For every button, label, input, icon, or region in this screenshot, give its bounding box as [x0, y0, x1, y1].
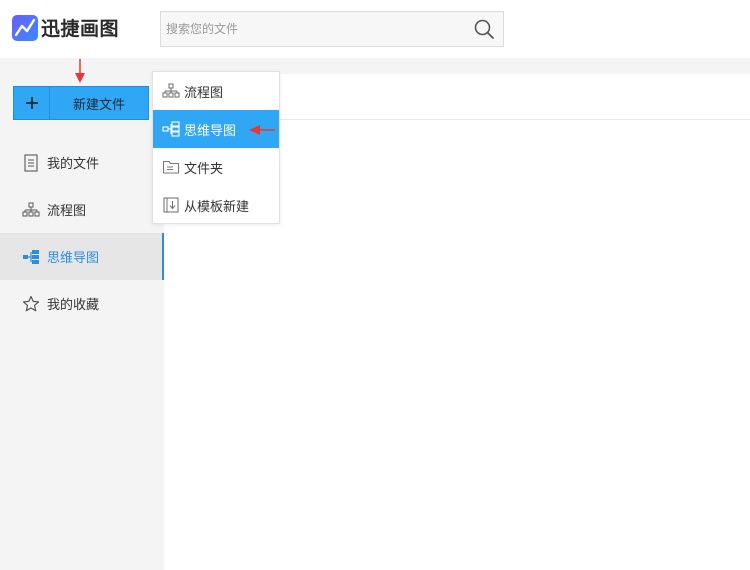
app-logo[interactable]: 迅捷画图 — [12, 14, 119, 41]
flowchart-icon — [162, 82, 180, 100]
menu-item-label: 文件夹 — [184, 161, 224, 177]
sidebar-item-label: 我的收藏 — [47, 298, 100, 313]
sidebar: 新建文件 我的文件 流程图 思维导图 我的收藏 — [0, 74, 164, 570]
menu-item-from-template[interactable]: 从模板新建 — [153, 186, 279, 224]
sidebar-item-flowchart[interactable]: 流程图 — [0, 186, 164, 233]
sidebar-item-label: 流程图 — [47, 204, 87, 219]
logo-text: 迅捷画图 — [41, 18, 120, 40]
mindmap-icon — [22, 248, 40, 266]
menu-item-flowchart[interactable]: 流程图 — [153, 72, 279, 110]
menu-item-folder[interactable]: 文件夹 — [153, 148, 279, 186]
annotation-arrow-down — [75, 59, 85, 83]
menu-item-label: 从模板新建 — [184, 199, 250, 215]
sidebar-nav: 我的文件 流程图 思维导图 我的收藏 — [0, 139, 164, 327]
folder-icon — [162, 158, 180, 176]
search-input[interactable] — [161, 12, 461, 46]
search-icon[interactable] — [473, 18, 495, 40]
star-icon — [22, 295, 40, 313]
logo-icon — [12, 14, 38, 41]
annotation-arrow-left — [249, 125, 275, 135]
sidebar-item-label: 我的文件 — [47, 157, 100, 172]
new-file-label: 新建文件 — [72, 97, 125, 113]
menu-item-label: 思维导图 — [184, 123, 237, 139]
sidebar-item-my-files[interactable]: 我的文件 — [0, 139, 164, 186]
mindmap-icon — [162, 120, 180, 138]
new-file-menu: 流程图 思维导图 文件夹 从模板新建 — [152, 71, 280, 224]
menu-item-label: 流程图 — [184, 85, 224, 101]
sidebar-item-favorites[interactable]: 我的收藏 — [0, 280, 164, 327]
header: 迅捷画图 — [0, 0, 750, 58]
sidebar-item-label: 思维导图 — [47, 251, 100, 266]
new-file-button[interactable]: 新建文件 — [13, 86, 149, 120]
template-icon — [162, 196, 180, 214]
flowchart-icon — [22, 201, 40, 219]
header-divider — [0, 58, 750, 74]
plus-icon — [14, 87, 50, 119]
sidebar-item-mindmap[interactable]: 思维导图 — [0, 233, 164, 280]
document-icon — [22, 153, 40, 172]
search-box — [160, 11, 504, 47]
